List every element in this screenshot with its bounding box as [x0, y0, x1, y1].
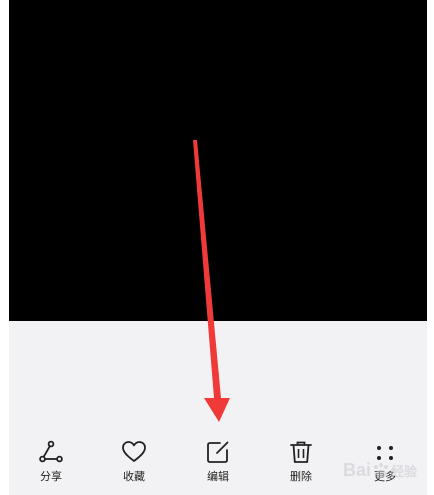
favorite-button[interactable]: 收藏	[104, 438, 164, 488]
heart-icon	[120, 438, 148, 466]
delete-label: 删除	[290, 470, 312, 483]
delete-button[interactable]: 删除	[271, 438, 331, 488]
watermark-text: Bai	[342, 460, 371, 480]
share-icon	[37, 438, 65, 466]
share-label: 分享	[40, 470, 62, 483]
edit-icon	[204, 438, 232, 466]
photo-image[interactable]	[9, 0, 427, 321]
photo-viewer-screen: 分享 收藏 编辑 删除 更多 Bai 经验	[9, 0, 427, 495]
baidu-watermark: Bai 经验	[343, 460, 417, 481]
edit-button[interactable]: 编辑	[188, 438, 248, 488]
favorite-label: 收藏	[123, 470, 145, 483]
share-button[interactable]: 分享	[21, 438, 81, 488]
trash-icon	[287, 438, 315, 466]
paw-icon	[373, 462, 388, 478]
watermark-text-2: 经验	[390, 464, 417, 479]
edit-label: 编辑	[207, 470, 229, 483]
